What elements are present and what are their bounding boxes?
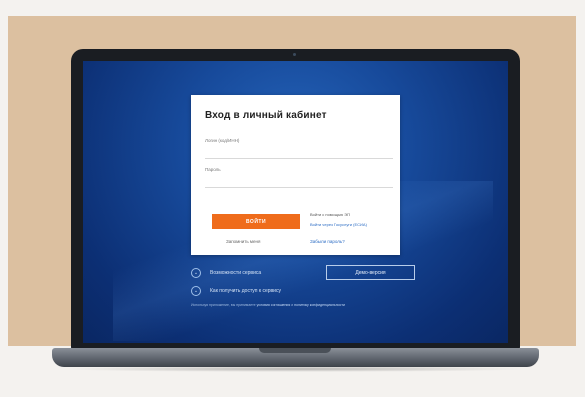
terms-link[interactable]: условия соглашения — [257, 303, 291, 307]
access-label: Как получить доступ к сервису — [210, 288, 281, 294]
features-toggle[interactable]: ⌄ Возможности сервиса — [191, 268, 261, 278]
chevron-down-icon: ⌄ — [191, 268, 201, 278]
login-card: Вход в личный кабинет Логин (код/ИНН) Па… — [191, 95, 400, 255]
footer-note: Используя приложение, вы принимаете усло… — [191, 303, 345, 307]
base-notch — [259, 348, 331, 353]
demo-button[interactable]: Демо-версия — [326, 265, 415, 280]
features-label: Возможности сервиса — [210, 270, 262, 276]
access-toggle[interactable]: ⌄ Как получить доступ к сервису — [191, 286, 281, 296]
password-label: Пароль — [205, 167, 221, 172]
webcam-icon — [293, 53, 296, 56]
footer-text: Используя приложение, вы принимаете — [191, 303, 256, 307]
laptop-screen: Вход в личный кабинет Логин (код/ИНН) Па… — [83, 61, 508, 343]
username-input[interactable] — [205, 146, 393, 159]
laptop-shadow — [60, 366, 530, 372]
password-input[interactable] — [205, 175, 393, 188]
login-title: Вход в личный кабинет — [205, 110, 327, 121]
login-with-gosuslugi-link[interactable]: Войти через Госуслуги (ЕСИА) — [310, 222, 367, 227]
login-with-signature-link[interactable]: Войти с помощью ЭП — [310, 212, 350, 217]
privacy-link[interactable]: политику конфиденциальности — [294, 303, 345, 307]
laptop-lid: Вход в личный кабинет Логин (код/ИНН) Па… — [71, 49, 520, 349]
laptop-base — [52, 348, 539, 367]
chevron-down-icon: ⌄ — [191, 286, 201, 296]
forgot-password-link[interactable]: Забыли пароль? — [310, 239, 345, 244]
username-label: Логин (код/ИНН) — [205, 138, 240, 143]
remember-me-label[interactable]: Запомнить меня — [226, 239, 260, 244]
login-button[interactable]: ВОЙТИ — [212, 214, 300, 229]
